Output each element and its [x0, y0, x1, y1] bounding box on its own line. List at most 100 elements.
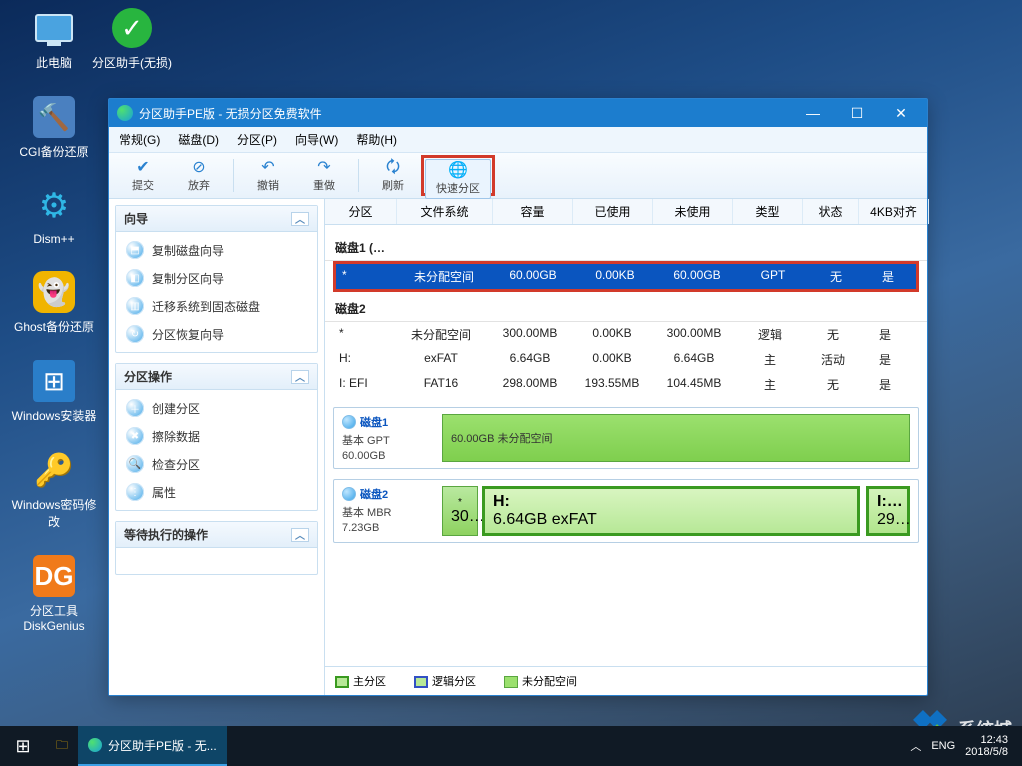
check-icon: ✔	[136, 159, 149, 177]
disk-icon: ⬒	[126, 241, 144, 259]
commit-button[interactable]: ✔提交	[115, 155, 171, 196]
collapse-button[interactable]: ︿	[291, 370, 309, 384]
undo-button[interactable]: ↶撤销	[240, 155, 296, 196]
wizard-panel-title: 向导	[124, 210, 148, 227]
desktop-icon-partition-assistant[interactable]: ✓ 分区助手(无损)	[88, 6, 176, 71]
key-icon: 🔑	[34, 451, 74, 489]
wizard-migrate-ssd[interactable]: ▥迁移系统到固态磁盘	[116, 292, 317, 320]
table-row-selected[interactable]: *未分配空间60.00GB0.00KB60.00GBGPT无是	[333, 261, 919, 292]
desktop-icons: 此电脑 ✓ 分区助手(无损) 🔨 CGI备份还原 ⚙ Dism++ 👻 Ghos…	[10, 6, 98, 633]
monitor-icon	[35, 14, 73, 42]
op-props[interactable]: ⋮属性	[116, 478, 317, 506]
search-icon: 🔍	[126, 455, 144, 473]
discard-button[interactable]: ⊘放弃	[171, 155, 227, 196]
menu-help[interactable]: 帮助(H)	[356, 131, 397, 148]
op-create[interactable]: ＋创建分区	[116, 394, 317, 422]
windows-icon: ⊞	[15, 736, 30, 757]
wizard-panel: 向导 ︿ ⬒复制磁盘向导 ◧复制分区向导 ▥迁移系统到固态磁盘 ↻分区恢复向导	[115, 205, 318, 353]
tray-chevron-icon[interactable]: ︿	[910, 738, 921, 754]
menu-partition[interactable]: 分区(P)	[237, 131, 277, 148]
gear-icon: ⚙	[39, 186, 69, 226]
legend: 主分区 逻辑分区 未分配空间	[325, 666, 927, 695]
menu-general[interactable]: 常规(G)	[119, 131, 160, 148]
wizard-copy-disk[interactable]: ⬒复制磁盘向导	[116, 236, 317, 264]
disk2-bar[interactable]: 磁盘2 基本 MBR 7.23GB *30… H: 6.64GB exFAT I…	[333, 479, 919, 543]
desktop-icon-wininstall[interactable]: ⊞ Windows安装器	[10, 359, 98, 424]
windows-icon: ⊞	[33, 360, 75, 402]
table-row[interactable]: H:exFAT6.64GB0.00KB6.64GB主活动是	[333, 347, 919, 372]
wizard-copy-partition[interactable]: ◧复制分区向导	[116, 264, 317, 292]
ssd-icon: ▥	[126, 297, 144, 315]
op-check[interactable]: 🔍检查分区	[116, 450, 317, 478]
discard-icon: ⊘	[192, 159, 205, 177]
desktop-icon-dism[interactable]: ⚙ Dism++	[10, 184, 98, 246]
collapse-button[interactable]: ︿	[291, 528, 309, 542]
unalloc-segment[interactable]: 60.00GB 未分配空间	[443, 415, 909, 461]
disk-icon	[342, 415, 356, 429]
unalloc-segment[interactable]: *30…	[442, 486, 478, 536]
desktop-icon-cgi[interactable]: 🔨 CGI备份还原	[10, 95, 98, 160]
unalloc-swatch-icon	[504, 676, 518, 688]
ops-panel: 分区操作 ︿ ＋创建分区 ✖擦除数据 🔍检查分区 ⋮属性	[115, 363, 318, 511]
taskbar: ⊞ 🗀 分区助手PE版 - 无... ︿ ENG 12:43 2018/5/8	[0, 726, 1022, 766]
green-check-icon: ✓	[112, 8, 152, 48]
hammer-icon: 🔨	[33, 96, 75, 138]
desktop-icon-ghost[interactable]: 👻 Ghost备份还原	[10, 270, 98, 335]
menu-disk[interactable]: 磁盘(D)	[178, 131, 219, 148]
window-title: 分区助手PE版 - 无损分区免费软件	[139, 105, 322, 122]
redo-icon: ↷	[317, 159, 330, 177]
collapse-button[interactable]: ︿	[291, 212, 309, 226]
grid-header: 分区 文件系统 容量 已使用 未使用 类型 状态 4KB对齐	[325, 199, 927, 225]
close-button[interactable]: ✕	[879, 99, 923, 127]
desktop-icon-pwreset[interactable]: 🔑 Windows密码修改	[10, 448, 98, 530]
table-row[interactable]: *未分配空间300.00MB0.00KB300.00MB逻辑无是	[333, 322, 919, 347]
tray-lang[interactable]: ENG	[931, 740, 955, 752]
plus-icon: ＋	[126, 399, 144, 417]
primary-segment[interactable]: H: 6.64GB exFAT	[482, 486, 860, 536]
app-icon	[88, 738, 102, 752]
main-area: 分区 文件系统 容量 已使用 未使用 类型 状态 4KB对齐 磁盘1 (… *未…	[325, 199, 927, 695]
taskbar-app[interactable]: 分区助手PE版 - 无...	[78, 726, 227, 766]
systray[interactable]: ︿ ENG 12:43 2018/5/8	[896, 734, 1022, 758]
folder-icon: 🗀	[56, 736, 68, 757]
desktop-icon-this-pc[interactable]: 此电脑	[10, 6, 98, 71]
app-icon	[117, 105, 133, 121]
disk2-group-title: 磁盘2	[335, 300, 917, 317]
wizard-recover[interactable]: ↻分区恢复向导	[116, 320, 317, 348]
refresh-button[interactable]: 🗘刷新	[365, 155, 421, 196]
refresh-icon: 🗘	[386, 159, 400, 177]
op-wipe[interactable]: ✖擦除数据	[116, 422, 317, 450]
props-icon: ⋮	[126, 483, 144, 501]
minimize-button[interactable]: —	[791, 99, 835, 127]
start-button[interactable]: ⊞	[0, 726, 46, 766]
pending-panel: 等待执行的操作 ︿	[115, 521, 318, 575]
partition-icon: ◧	[126, 269, 144, 287]
ghost-icon: 👻	[33, 271, 75, 313]
disk1-bar[interactable]: 磁盘1 基本 GPT 60.00GB 60.00GB 未分配空间	[333, 407, 919, 469]
ops-panel-title: 分区操作	[124, 368, 172, 385]
quickpartition-button[interactable]: 🌐快速分区	[425, 159, 491, 199]
recover-icon: ↻	[126, 325, 144, 343]
globe-icon: 🌐	[448, 162, 468, 180]
desktop-icon-diskgenius[interactable]: DG 分区工具DiskGenius	[10, 554, 98, 633]
left-sidebar: 向导 ︿ ⬒复制磁盘向导 ◧复制分区向导 ▥迁移系统到固态磁盘 ↻分区恢复向导 分…	[109, 199, 325, 695]
disk-icon	[342, 487, 356, 501]
menubar: 常规(G) 磁盘(D) 分区(P) 向导(W) 帮助(H)	[109, 127, 927, 153]
undo-icon: ↶	[261, 159, 274, 177]
logical-swatch-icon	[414, 676, 428, 688]
erase-icon: ✖	[126, 427, 144, 445]
app-window: 分区助手PE版 - 无损分区免费软件 — ☐ ✕ 常规(G) 磁盘(D) 分区(…	[108, 98, 928, 696]
maximize-button[interactable]: ☐	[835, 99, 879, 127]
disk1-group-title: 磁盘1 (…	[335, 239, 917, 256]
dg-icon: DG	[33, 555, 75, 597]
table-row[interactable]: I: EFIFAT16298.00MB193.55MB104.45MB主无是	[333, 372, 919, 397]
taskbar-explorer[interactable]: 🗀	[46, 726, 78, 766]
pending-panel-title: 等待执行的操作	[124, 526, 208, 543]
tray-clock[interactable]: 12:43 2018/5/8	[965, 734, 1008, 758]
toolbar: ✔提交 ⊘放弃 ↶撤销 ↷重做 🗘刷新 🌐快速分区	[109, 153, 927, 199]
menu-wizard[interactable]: 向导(W)	[295, 131, 338, 148]
titlebar[interactable]: 分区助手PE版 - 无损分区免费软件 — ☐ ✕	[109, 99, 927, 127]
efi-segment[interactable]: I:… 29…	[866, 486, 910, 536]
quickpartition-highlight: 🌐快速分区	[421, 155, 495, 196]
redo-button[interactable]: ↷重做	[296, 155, 352, 196]
